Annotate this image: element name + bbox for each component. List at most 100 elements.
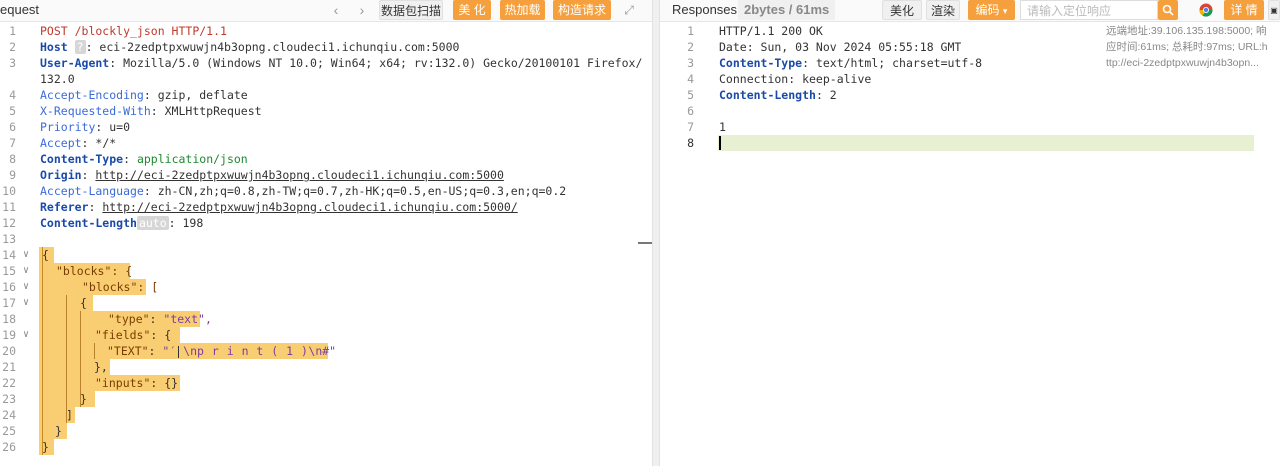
line-number: 6	[9, 120, 16, 134]
header-line: X-Requested-With: XMLHttpRequest	[40, 103, 262, 119]
encoding-label: 编码	[975, 3, 1000, 17]
response-viewer[interactable]: 1 2 3 4 5 6 7 8 HTTP/1.1 200 OK Date: Su…	[660, 23, 1280, 466]
line-number: 1	[9, 24, 16, 38]
line-number: 24	[2, 408, 16, 422]
json-key: "inputs"	[95, 376, 151, 390]
json-line: }	[80, 391, 87, 407]
json-text: ]	[66, 408, 73, 422]
json-text: "blocks": {	[56, 264, 133, 278]
response-toolbar: Responses 2bytes / 61ms 美化 渲染 编码 ▾ 请输入定位…	[660, 0, 1280, 22]
json-value: {}	[164, 376, 179, 390]
status-line: HTTP/1.1 200 OK	[719, 23, 823, 39]
line-number: 5	[687, 88, 694, 102]
indent-guide	[94, 343, 95, 359]
header-badge: ?	[74, 40, 86, 54]
expand-icon[interactable]: ⤢	[620, 0, 638, 20]
auto-badge[interactable]: auto	[136, 216, 169, 230]
fold-chevron-icon[interactable]: ∨	[23, 263, 29, 279]
response-meta-line: 应时间:61ms; 总耗时:97ms; URL:h	[1106, 41, 1268, 53]
request-editor[interactable]: 1 2 3 4 5 6 7 8 9 10 11 12 13 14 15 16 1…	[0, 23, 652, 466]
fold-chevron-icon[interactable]: ∨	[23, 247, 29, 263]
line-number: 10	[2, 184, 16, 198]
active-line-highlight	[718, 135, 1254, 151]
fold-chevron-icon[interactable]: ∨	[23, 295, 29, 311]
json-key: "fields"	[95, 328, 151, 342]
response-meta-line: ttp://eci-2zedptpxwuwjn4b3opn...	[1106, 57, 1259, 69]
json-value: "text",	[163, 312, 212, 326]
encoding-dropdown[interactable]: 编码 ▾	[968, 0, 1015, 20]
line-number: 5	[9, 104, 16, 118]
header-value: : gzip, deflate	[143, 88, 248, 102]
line-number: 3	[687, 56, 694, 70]
forward-arrow-icon[interactable]: ›	[354, 0, 370, 20]
header-text: Connection: keep-alive	[719, 72, 872, 86]
line-number: 14	[2, 248, 16, 262]
header-key: Content-Type	[719, 56, 803, 70]
line-number: 9	[9, 168, 16, 182]
pane-divider[interactable]	[638, 0, 660, 466]
back-arrow-icon[interactable]: ‹	[328, 0, 344, 20]
indent-guide	[80, 311, 81, 407]
line-number: 3	[9, 56, 16, 70]
request-title: equest	[0, 2, 40, 17]
search-placeholder: 请输入定位响应	[1027, 4, 1112, 18]
line-number: 8	[687, 136, 694, 150]
line-number: 12	[2, 216, 16, 230]
json-key: "type"	[108, 312, 150, 326]
line-number: 18	[2, 312, 16, 326]
header-key: Referer	[40, 200, 89, 214]
packet-scan-button[interactable]: 数据包扫描	[379, 0, 443, 20]
response-header-line: Connection: keep-alive	[719, 71, 871, 87]
line-number: 17	[2, 296, 16, 310]
fold-chevron-icon[interactable]: ∨	[23, 279, 29, 295]
image-icon[interactable]: ▣	[1268, 0, 1280, 20]
details-button[interactable]: 详 情	[1224, 0, 1264, 20]
locate-response-input[interactable]: 请输入定位响应	[1020, 0, 1158, 20]
json-text: },	[94, 360, 108, 374]
chrome-icon[interactable]	[1196, 0, 1216, 20]
header-value: : 198	[168, 216, 204, 230]
header-text: Date: Sun, 03 Nov 2024 05:55:18 GMT	[719, 40, 962, 54]
search-button[interactable]	[1158, 0, 1178, 20]
json-value: "′ \n	[162, 344, 198, 358]
browser-logo	[1199, 3, 1213, 17]
json-line: }	[42, 439, 49, 455]
header-line: Accept: */*	[40, 135, 116, 151]
hot-load-button[interactable]: 热加载	[500, 0, 545, 20]
json-line: ]	[66, 407, 73, 423]
header-key: User-Agent	[40, 56, 110, 70]
response-beautify-button[interactable]: 美化	[882, 0, 922, 20]
render-button[interactable]: 渲染	[926, 0, 960, 20]
json-line: "blocks": {	[56, 263, 132, 279]
header-line: Origin: http://eci-2zedptpxwuwjn4b3opng.…	[40, 168, 504, 182]
header-key: Content-Length	[40, 216, 137, 230]
chevron-down-icon: ▾	[1002, 6, 1008, 16]
header-line: Host ?: eci-2zedptpxwuwjn4b3opng.cloudec…	[40, 39, 459, 55]
header-value: : XMLHttpRequest	[150, 104, 262, 118]
header-key: Origin	[40, 168, 82, 182]
body-text: 1	[719, 120, 726, 134]
build-request-button[interactable]: 构造请求	[553, 0, 611, 20]
origin-link[interactable]: http://eci-2zedptpxwuwjn4b3opng.cloudeci…	[95, 168, 504, 182]
response-header-line: Content-Type: text/html; charset=utf-8	[719, 55, 982, 71]
search-icon	[1162, 4, 1174, 16]
divider-handle[interactable]	[638, 242, 652, 244]
beautify-button[interactable]: 美 化	[453, 0, 491, 20]
header-key: Priority	[40, 120, 96, 134]
response-title: Responses	[672, 2, 738, 17]
header-line: Content-Type: application/json	[40, 152, 248, 166]
json-text: }	[55, 424, 62, 438]
json-text: }	[42, 440, 49, 454]
referer-link[interactable]: http://eci-2zedptpxwuwjn4b3opng.cloudeci…	[102, 200, 517, 214]
json-value-tail: \n#"	[308, 344, 337, 358]
header-value: : Mozilla/5.0 (Windows NT 10.0; Win64; x…	[109, 56, 643, 70]
line-number: 19	[2, 328, 16, 342]
line-number: 22	[2, 376, 16, 390]
line-number: 7	[9, 136, 16, 150]
header-key: Content-Type	[40, 152, 124, 166]
header-value: : text/html; charset=utf-8	[802, 56, 983, 70]
json-text: }	[80, 392, 87, 406]
fold-chevron-icon[interactable]: ∨	[23, 327, 29, 343]
json-line: "blocks": [	[82, 279, 158, 295]
header-value: : eci-2zedptpxwuwjn4b3opng.cloudeci1.ich…	[85, 40, 460, 54]
